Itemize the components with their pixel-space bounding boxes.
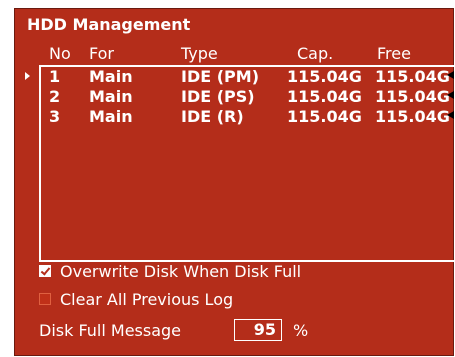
clear-log-checkbox[interactable]	[39, 293, 51, 305]
selection-arrow-icon	[25, 72, 30, 80]
cell-no: 2	[49, 87, 61, 106]
cell-free: 115.04G	[375, 87, 450, 106]
cell-cap: 115.04G	[287, 87, 362, 106]
cell-for: Main	[89, 107, 133, 126]
cell-for: Main	[89, 87, 133, 106]
disk-full-percent-input[interactable]: 95	[234, 319, 282, 341]
overwrite-disk-checkbox[interactable]	[39, 265, 51, 277]
cell-no: 3	[49, 107, 61, 126]
column-header-no: No	[49, 44, 71, 63]
cell-for: Main	[89, 67, 133, 86]
column-header-for: For	[89, 44, 114, 63]
cell-type: IDE (PS)	[181, 87, 255, 106]
pointer-arrow-icon	[447, 111, 454, 119]
window-title: HDD Management	[27, 15, 191, 34]
column-header-cap: Cap.	[297, 44, 334, 63]
clear-log-label: Clear All Previous Log	[60, 289, 234, 309]
pointer-arrow-icon	[447, 91, 454, 99]
clear-log-option[interactable]: Clear All Previous Log	[39, 289, 233, 309]
cell-cap: 115.04G	[287, 107, 362, 126]
disk-full-message-label: Disk Full Message	[39, 321, 182, 340]
percent-unit: %	[293, 321, 309, 340]
table-row[interactable]: 1 Main IDE (PM) 115.04G 115.04G	[15, 67, 455, 87]
column-header-free: Free	[377, 44, 411, 63]
cell-no: 1	[49, 67, 61, 86]
cell-free: 115.04G	[375, 67, 450, 86]
overwrite-disk-label: Overwrite Disk When Disk Full	[60, 261, 302, 281]
table-header: No For Type Cap. Free	[15, 44, 455, 64]
table-row[interactable]: 3 Main IDE (R) 115.04G 115.04G	[15, 107, 455, 127]
table-row[interactable]: 2 Main IDE (PS) 115.04G 115.04G	[15, 87, 455, 107]
overwrite-disk-option[interactable]: Overwrite Disk When Disk Full	[39, 261, 301, 281]
column-header-type: Type	[181, 44, 218, 63]
checkmark-icon	[40, 265, 51, 276]
cell-cap: 115.04G	[287, 67, 362, 86]
cell-type: IDE (R)	[181, 107, 244, 126]
cell-type: IDE (PM)	[181, 67, 260, 86]
hdd-management-window: HDD Management No For Type Cap. Free 1 M…	[14, 8, 455, 356]
cell-free: 115.04G	[375, 107, 450, 126]
pointer-arrow-icon	[447, 71, 454, 79]
